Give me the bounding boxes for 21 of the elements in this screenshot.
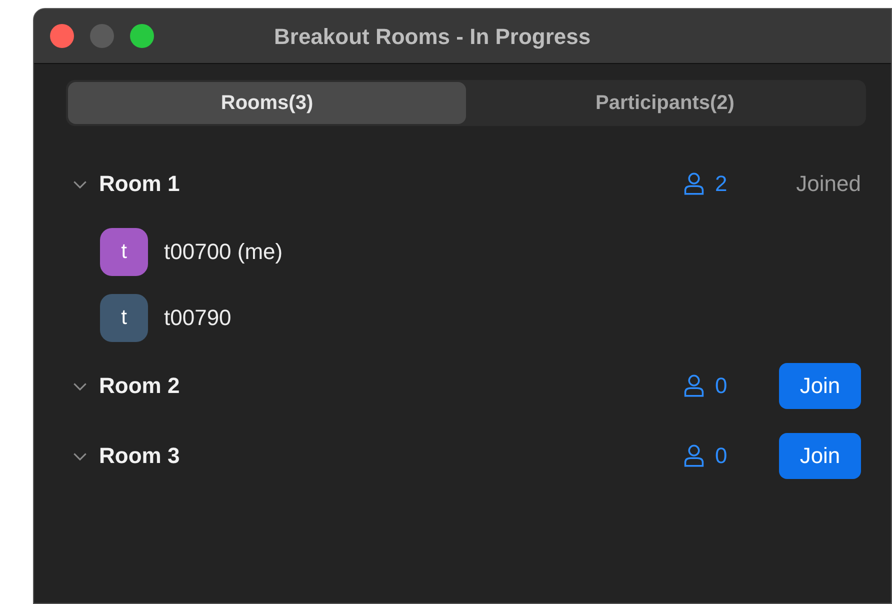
room-name: Room 2 (99, 373, 181, 399)
participant-name: t00790 (164, 305, 232, 331)
tab[interactable]: Rooms(3) (68, 82, 466, 124)
room-name: Room 1 (99, 171, 181, 197)
room-name: Room 3 (99, 443, 181, 469)
join-button[interactable]: Join (779, 363, 861, 409)
participant-count: 0 (715, 443, 728, 469)
participant-name: t00700 (me) (164, 239, 283, 265)
person-icon (683, 444, 705, 468)
participant-count: 0 (715, 373, 728, 399)
avatar: t (100, 294, 148, 342)
join-button[interactable]: Join (779, 433, 861, 479)
person-icon (683, 172, 705, 196)
room-status: Joined (796, 171, 861, 197)
zoom-icon[interactable] (130, 24, 154, 48)
window-title: Breakout Rooms - In Progress (274, 24, 591, 50)
person-icon (683, 374, 705, 398)
tab[interactable]: Participants(2) (466, 82, 864, 124)
participant-count: 2 (715, 171, 728, 197)
avatar: t (100, 228, 148, 276)
close-icon[interactable] (50, 24, 74, 48)
